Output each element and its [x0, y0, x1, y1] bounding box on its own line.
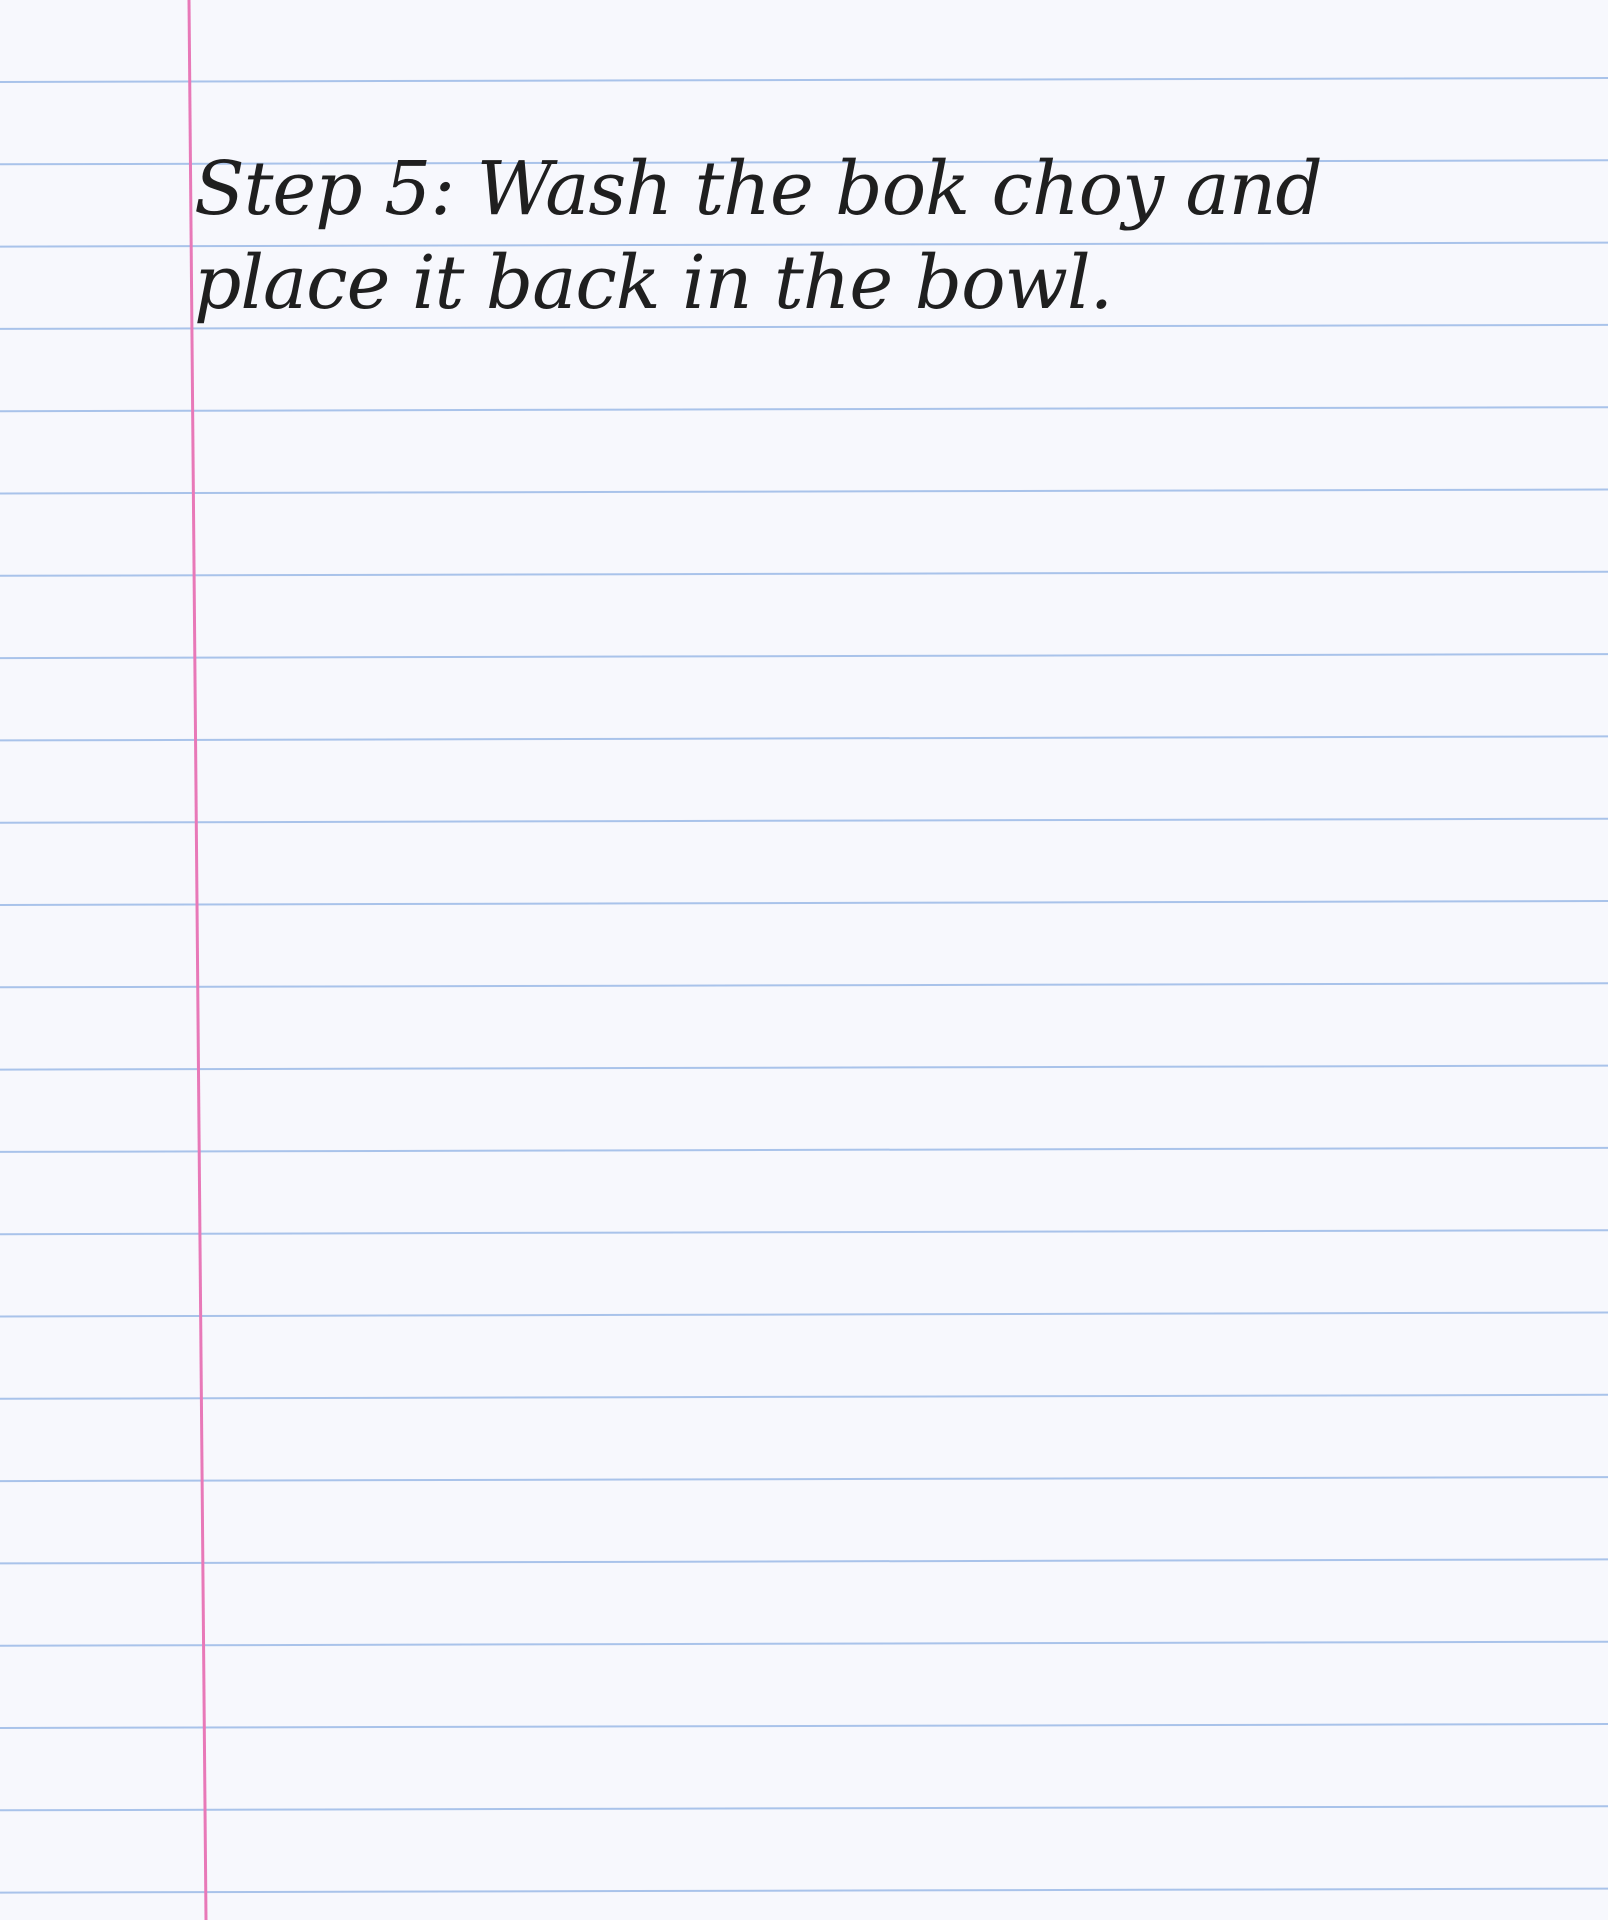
ruled-line: [0, 1393, 1608, 1400]
ruled-line: [0, 77, 1608, 83]
ruled-line: [0, 1229, 1608, 1236]
ruled-line: [0, 1146, 1608, 1153]
ruled-line: [0, 406, 1608, 413]
ruled-line: [0, 1723, 1608, 1729]
handwritten-note: Step 5: Wash the bok choy and place it b…: [194, 142, 1524, 330]
ruled-line: [0, 1476, 1608, 1483]
notebook-page: Step 5: Wash the bok choy and place it b…: [0, 0, 1608, 1920]
ruled-line: [0, 1311, 1608, 1318]
ruled-line: [0, 570, 1608, 577]
ruled-line: [0, 982, 1608, 989]
ruled-line: [0, 488, 1608, 495]
ruled-line: [0, 1640, 1608, 1647]
note-line-1: Step 5: Wash the bok choy and: [194, 146, 1323, 232]
ruled-line: [0, 900, 1608, 906]
ruled-line: [0, 1887, 1608, 1894]
ruled-line: [0, 1805, 1608, 1812]
ruled-line: [0, 817, 1608, 824]
ruled-line: [0, 1558, 1608, 1565]
ruled-line: [0, 1064, 1608, 1071]
note-line-2: place it back in the bowl.: [194, 240, 1113, 326]
ruled-line: [0, 735, 1608, 742]
ruled-line: [0, 653, 1608, 660]
